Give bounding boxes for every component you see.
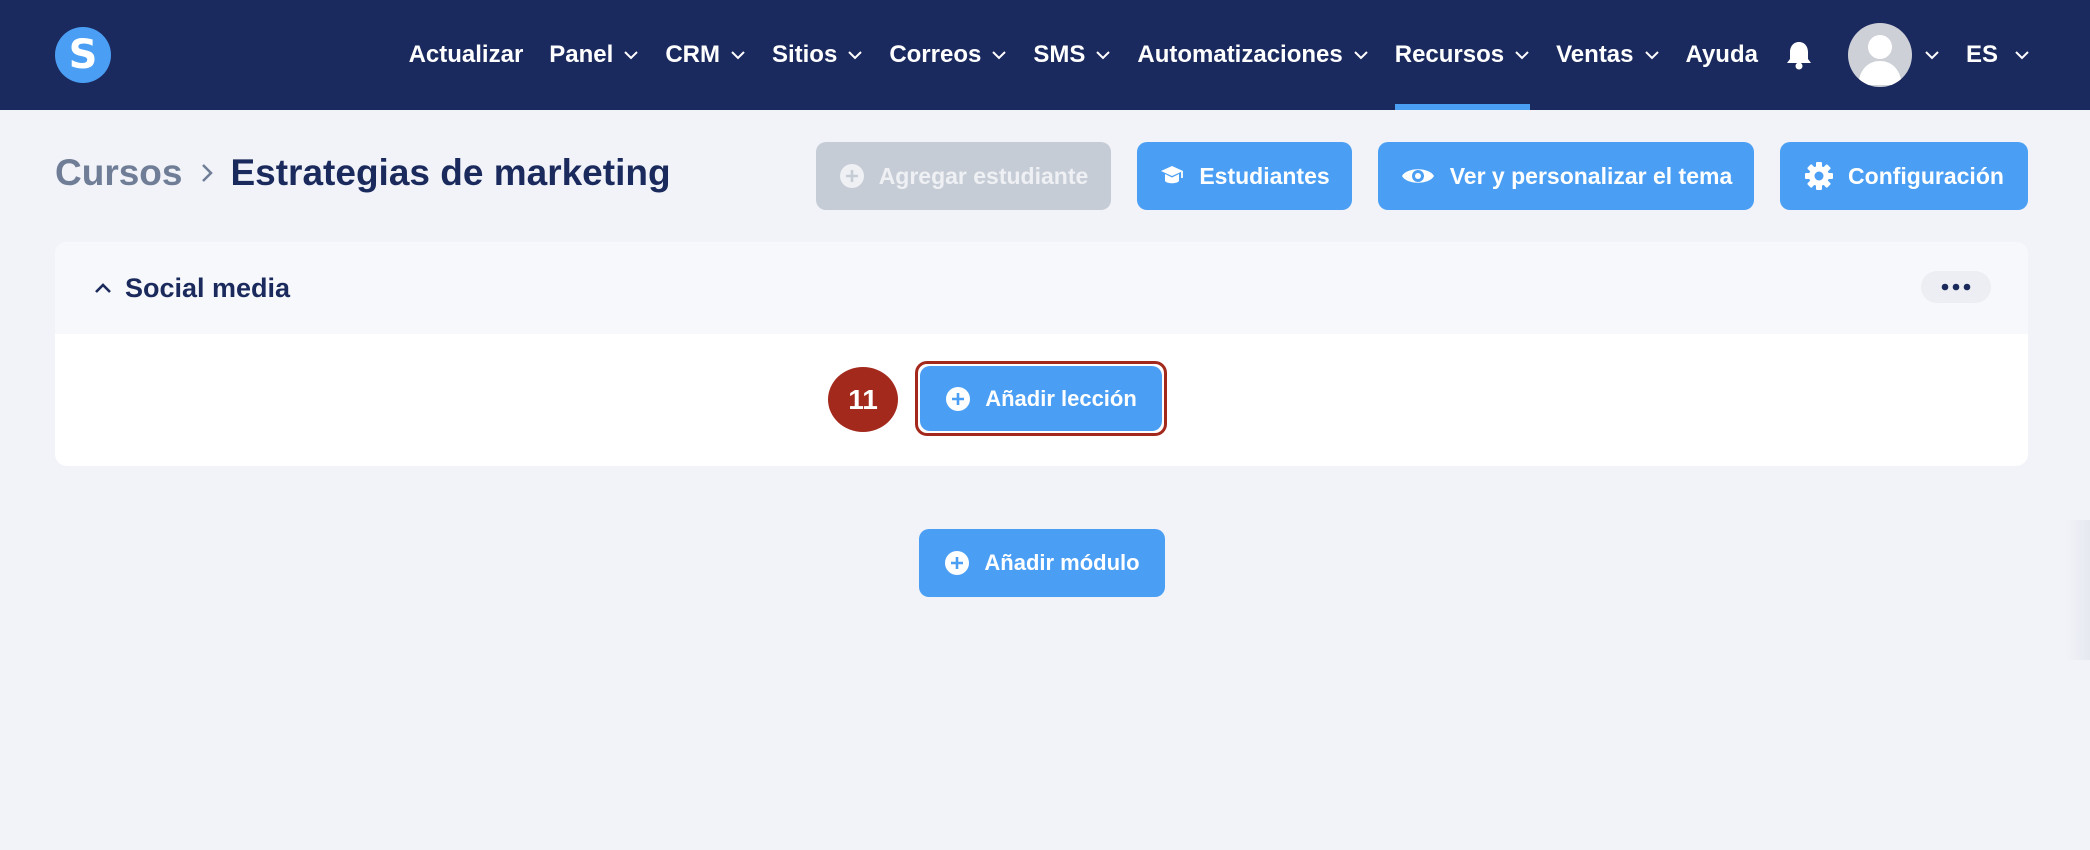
settings-button[interactable]: Configuración [1780, 142, 2028, 210]
nav-item-actualizar[interactable]: Actualizar [409, 0, 524, 110]
add-module-label: Añadir módulo [984, 550, 1140, 575]
nav-item-automatizaciones[interactable]: Automatizaciones [1137, 0, 1368, 110]
breadcrumb: Cursos Estrategias de marketing [55, 152, 671, 194]
more-options-icon[interactable] [1921, 271, 1991, 303]
chevron-up-icon[interactable] [93, 281, 113, 295]
avatar[interactable] [1847, 23, 1912, 87]
chevron-down-icon [847, 50, 863, 60]
step-number-badge: 11 [828, 367, 898, 432]
gear-icon [1804, 161, 1834, 191]
user-menu[interactable] [1847, 23, 1940, 87]
nav-item-ayuda[interactable]: Ayuda [1686, 0, 1758, 110]
chevron-down-icon [623, 50, 639, 60]
nav-item-sitios[interactable]: Sitios [772, 0, 863, 110]
nav-item-label: Ventas [1556, 41, 1634, 68]
nav-item-label: Automatizaciones [1137, 41, 1343, 68]
nav-item-sms[interactable]: SMS [1033, 0, 1111, 110]
chevron-down-icon [1924, 50, 1940, 60]
language-selector[interactable]: ES [1966, 0, 2030, 110]
module-title: Social media [125, 272, 291, 303]
nav-item-label: Sitios [771, 41, 838, 68]
theme-button[interactable]: Ver y personalizar el tema [1378, 142, 1754, 210]
page-title: Estrategias de marketing [230, 152, 671, 193]
nav-item-panel[interactable]: Panel [549, 0, 639, 110]
students-label: Estudiantes [1199, 162, 1330, 189]
nav-item-ventas[interactable]: Ventas [1556, 0, 1659, 110]
add-module-button[interactable]: Añadir módulo [919, 529, 1165, 597]
chevron-right-icon [200, 162, 214, 184]
logo-letter: S [68, 32, 98, 78]
chevron-down-icon [730, 50, 746, 60]
chevron-down-icon [2014, 50, 2030, 60]
add-student-label: Agregar estudiante [878, 162, 1089, 189]
nav-item-label: SMS [1033, 41, 1086, 68]
chevron-down-icon [1095, 50, 1111, 60]
graduation-cap-icon [1159, 163, 1185, 189]
chevron-down-icon [1514, 50, 1530, 60]
eye-icon [1400, 164, 1436, 188]
nav-item-label: Correos [889, 41, 982, 68]
plus-circle-icon [945, 386, 971, 412]
nav-item-label: Actualizar [408, 41, 524, 68]
nav-item-label: Panel [549, 41, 614, 68]
module-header[interactable]: Social media [55, 242, 2028, 334]
language-label: ES [1965, 41, 1998, 68]
add-lesson-button[interactable]: Añadir lección [920, 366, 1162, 431]
plus-circle-icon [839, 163, 865, 189]
nav-item-label: Ayuda [1685, 41, 1758, 68]
nav-item-label: CRM [665, 41, 720, 68]
app-logo[interactable]: S [55, 27, 111, 83]
edge-shadow [2066, 520, 2090, 660]
chevron-down-icon [1644, 50, 1660, 60]
theme-label: Ver y personalizar el tema [1449, 162, 1733, 189]
nav-item-label: Recursos [1394, 41, 1505, 68]
bell-icon[interactable] [1784, 40, 1814, 70]
nav-item-recursos[interactable]: Recursos [1394, 0, 1531, 110]
settings-label: Configuración [1848, 162, 2004, 189]
plus-circle-icon [944, 550, 970, 576]
nav-item-correos[interactable]: Correos [889, 0, 1007, 110]
students-button[interactable]: Estudiantes [1137, 142, 1352, 210]
top-navbar: S Actualizar Panel CRM Sitios Correos SM… [0, 0, 2090, 110]
nav-item-crm[interactable]: CRM [665, 0, 746, 110]
chevron-down-icon [1353, 50, 1369, 60]
chevron-down-icon [991, 50, 1007, 60]
add-student-button[interactable]: Agregar estudiante [816, 142, 1111, 210]
nav-menu: Actualizar Panel CRM Sitios Correos SMS … [383, 0, 2030, 110]
breadcrumb-root[interactable]: Cursos [55, 152, 182, 194]
add-lesson-label: Añadir lección [985, 385, 1137, 411]
